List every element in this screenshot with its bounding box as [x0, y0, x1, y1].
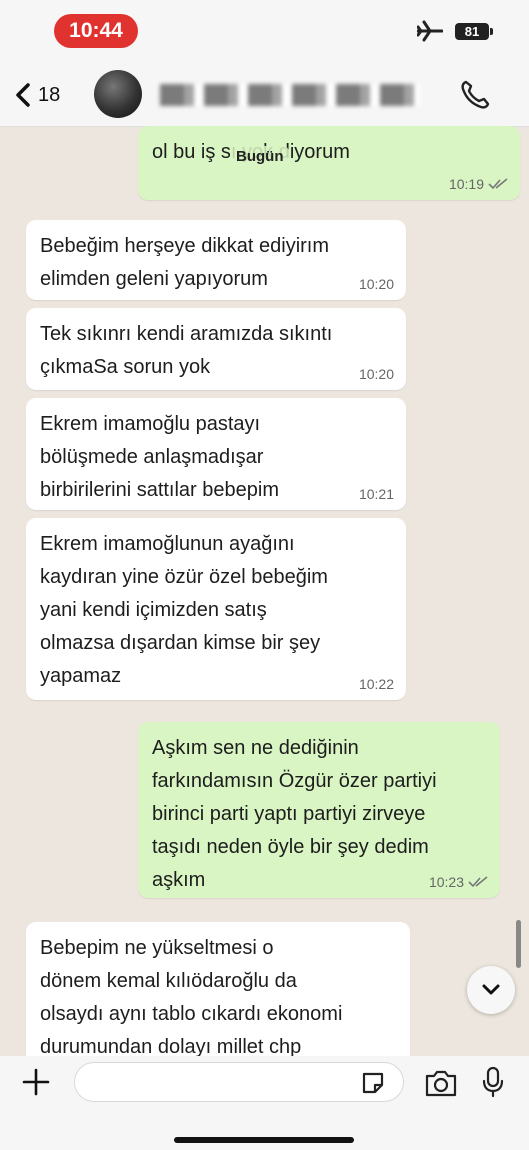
- message-text: ol bu iş sı yok diyorum: [152, 141, 350, 163]
- back-button[interactable]: 18: [12, 78, 60, 112]
- message-time: 10:19: [448, 176, 484, 192]
- scroll-to-bottom-button[interactable]: [467, 966, 515, 1014]
- message-input[interactable]: [74, 1062, 404, 1102]
- avatar[interactable]: [94, 70, 142, 118]
- message-bubble[interactable]: Aşkım sen ne dediğinin farkındamısın Özg…: [138, 722, 500, 898]
- message-meta: 10:20: [359, 276, 394, 292]
- message-meta: 10:23: [429, 874, 488, 890]
- unread-count: 18: [38, 83, 61, 106]
- read-ticks-icon: [468, 876, 488, 888]
- message-meta: 10:20: [359, 366, 394, 382]
- plus-icon[interactable]: [22, 1068, 50, 1096]
- mic-icon[interactable]: [482, 1066, 504, 1098]
- airplane-icon: [417, 20, 443, 42]
- status-bar: 10:44 81: [0, 0, 529, 64]
- camera-icon[interactable]: [424, 1068, 458, 1098]
- message-text: Ekrem imamoğlu pastayı bölüşmede anlaşma…: [40, 413, 279, 501]
- message-bubble[interactable]: Ekrem imamoğlu pastayı bölüşmede anlaşma…: [26, 398, 406, 510]
- message-time: 10:20: [358, 276, 394, 292]
- message-text: Ekrem imamoğlunun ayağını kaydıran yine …: [40, 533, 328, 687]
- scrollbar-thumb[interactable]: [516, 920, 521, 968]
- call-icon[interactable]: [458, 78, 492, 112]
- status-time: 10:44: [54, 14, 138, 48]
- battery-indicator: 81: [455, 23, 493, 40]
- message-bubble[interactable]: ol bu iş sı yok diyorum 10:19: [138, 126, 520, 200]
- home-indicator: [174, 1137, 354, 1143]
- message-bubble[interactable]: Bebepim ne yükseltmesi o dönem kemal kıl…: [26, 922, 410, 1056]
- message-text: Bebepim ne yükseltmesi o dönem kemal kıl…: [40, 937, 343, 1056]
- chat-header: 18: [0, 64, 529, 127]
- message-bubble[interactable]: Tek sıkınrı kendi aramızda sıkıntı çıkma…: [26, 308, 406, 390]
- message-meta: 10:19: [449, 176, 508, 192]
- message-time: 10:21: [358, 486, 394, 502]
- message-list[interactable]: ol bu iş sı yok diyorum 10:19 Bugün Bebe…: [0, 126, 529, 1056]
- message-meta: 10:22: [359, 676, 394, 692]
- message-time: 10:22: [358, 676, 394, 692]
- message-text: Bebeğim herşeye dikkat ediyirım elimden …: [40, 235, 330, 290]
- message-meta: 10:21: [359, 486, 394, 502]
- message-time: 10:23: [428, 874, 464, 890]
- message-text: Aşkım sen ne dediğinin farkındamısın Özg…: [152, 737, 437, 891]
- sticker-icon[interactable]: [360, 1070, 386, 1096]
- back-icon: [16, 83, 30, 107]
- composer-bar: [0, 1056, 529, 1150]
- read-ticks-icon: [488, 178, 508, 190]
- message-time: 10:20: [358, 366, 394, 382]
- date-chip: Bugün: [230, 146, 290, 167]
- message-bubble[interactable]: Bebeğim herşeye dikkat ediyirım elimden …: [26, 220, 406, 300]
- message-bubble[interactable]: Ekrem imamoğlunun ayağını kaydıran yine …: [26, 518, 406, 700]
- contact-name-redacted[interactable]: [160, 84, 420, 106]
- chevron-down-icon: [482, 984, 500, 995]
- message-text: Tek sıkınrı kendi aramızda sıkıntı çıkma…: [40, 323, 333, 378]
